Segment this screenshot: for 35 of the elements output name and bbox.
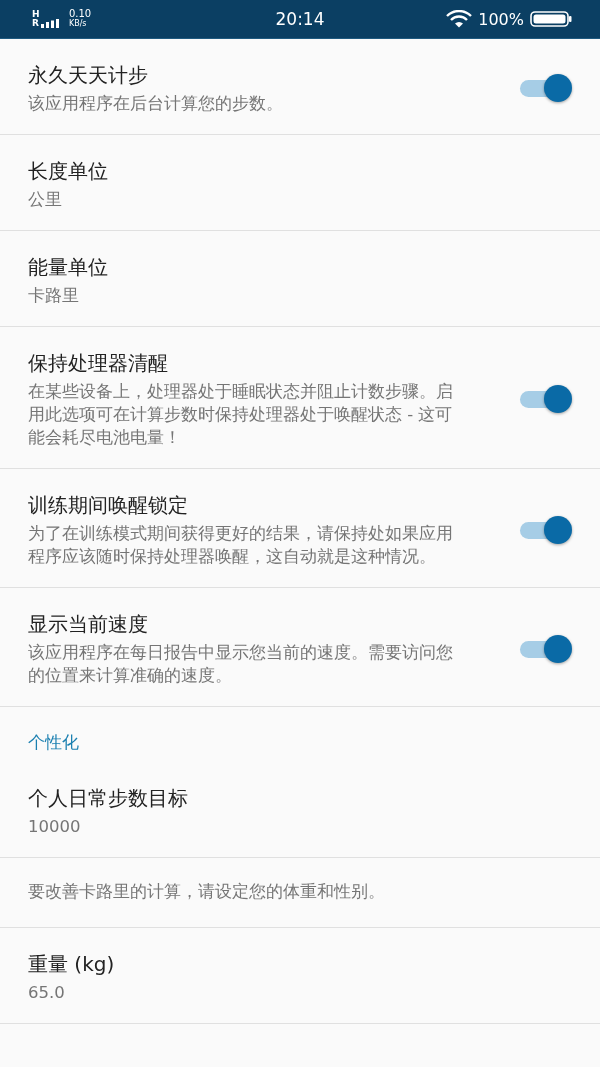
setting-row[interactable]: 能量单位 卡路里 — [0, 231, 600, 327]
setting-row[interactable]: 个人日常步数目标 10000 — [0, 762, 600, 858]
setting-value: 65.0 — [28, 982, 66, 1004]
setting-summary: 该应用程序在后台计算您的步数。 — [28, 93, 284, 115]
clock: 20:14 — [275, 9, 325, 29]
battery-level: 100% — [478, 9, 524, 29]
setting-summary: 在某些设备上，处理器处于睡眠状态并阻止计数步骤。启用此选项可在计算步数时保持处理器处于唤醒状态 - 这可能会耗尽电池电量！ — [28, 381, 453, 449]
setting-title: 长度单位 — [28, 158, 109, 185]
info-text: 要改善卡路里的计算，请设定您的体重和性别。 — [28, 881, 385, 903]
setting-row[interactable]: 长度单位 公里 — [0, 135, 600, 231]
setting-value: 10000 — [28, 816, 82, 838]
setting-title: 个人日常步数目标 — [28, 785, 189, 812]
setting-summary: 该应用程序在每日报告中显示您当前的速度。需要访问您的位置来计算准确的速度。 — [28, 642, 453, 687]
setting-row[interactable]: 永久天天计步 该应用程序在后台计算您的步数。 — [0, 39, 600, 135]
setting-row[interactable]: 显示当前速度 该应用程序在每日报告中显示您当前的速度。需要访问您的位置来计算准确的速度。 — [0, 588, 600, 707]
setting-value: 公里 — [28, 189, 63, 211]
setting-row[interactable]: 保持处理器清醒 在某些设备上，处理器处于睡眠状态并阻止计数步骤。启用此选项可在计算步数时保持处理器处于唤醒状态 - 这可能会耗尽电池电量！ — [0, 327, 600, 469]
signal-icon — [40, 19, 61, 28]
setting-summary: 为了在训练模式期间获得更好的结果，请保持处如果应用程序应该随时保持处理器唤醒，这自动就是这种情况。 — [28, 523, 453, 568]
setting-value: 卡路里 — [28, 285, 80, 307]
setting-title: 训练期间唤醒锁定 — [28, 492, 189, 519]
setting-row[interactable]: 重量 (kg) 65.0 — [0, 928, 600, 1024]
setting-title: 重量 (kg) — [28, 951, 116, 978]
network-speed: 0.10 — [68, 9, 92, 19]
setting-title: 能量单位 — [28, 254, 109, 281]
setting-title: 显示当前速度 — [28, 611, 149, 638]
wifi-icon — [446, 10, 473, 28]
category-header: 个性化 — [28, 732, 79, 752]
speed-unit: KB/s — [68, 19, 88, 29]
network-type: H — [32, 10, 41, 19]
setting-row[interactable]: 训练期间唤醒锁定 为了在训练模式期间获得更好的结果，请保持处如果应用程序应该随时保持处理器唤醒，这自动就是这种情况。 — [0, 469, 600, 588]
roaming-indicator: R — [32, 19, 39, 28]
setting-title: 永久天天计步 — [28, 62, 149, 89]
battery-icon — [530, 11, 572, 27]
setting-title: 保持处理器清醒 — [28, 350, 169, 377]
